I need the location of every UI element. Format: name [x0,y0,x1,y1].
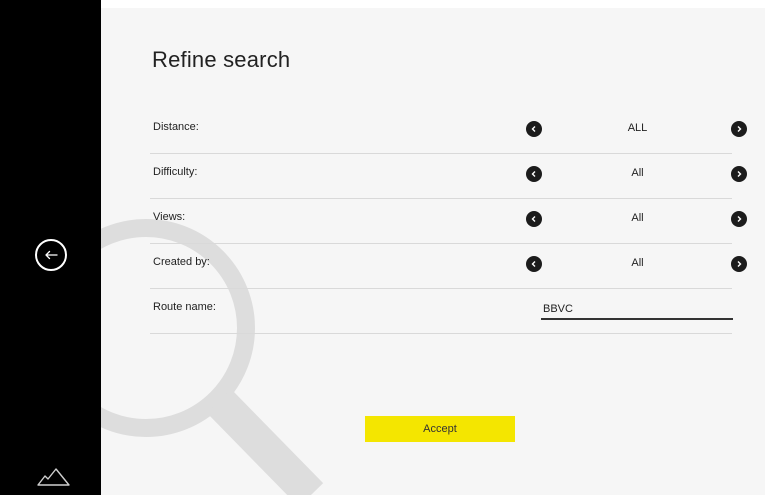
chevron-right-icon [737,171,742,177]
difficulty-prev-button[interactable] [526,166,542,182]
filter-label-views: Views: [153,211,186,223]
app-window: Refine search Distance: ALL Difficulty: … [0,0,765,495]
route-name-input[interactable] [541,301,733,320]
views-prev-button[interactable] [526,211,542,227]
chevron-left-icon [531,261,536,267]
chevron-left-icon [531,216,536,222]
filter-label-distance: Distance: [153,121,199,133]
filter-row-distance: Distance: ALL [150,108,747,154]
accept-button[interactable]: Accept [365,416,515,442]
distance-prev-button[interactable] [526,121,542,137]
chevron-right-icon [737,126,742,132]
refine-search-panel: Refine search Distance: ALL Difficulty: … [101,8,765,495]
created-by-value: All [631,257,644,269]
created-by-next-button[interactable] [731,256,747,272]
views-next-button[interactable] [731,211,747,227]
filter-label-difficulty: Difficulty: [153,166,198,178]
distance-value: ALL [627,122,648,134]
sidebar [0,0,101,495]
chevron-right-icon [737,216,742,222]
filter-label-created-by: Created by: [153,256,210,268]
filter-row-difficulty: Difficulty: All [150,153,747,199]
mountain-logo-icon [37,468,70,486]
difficulty-value: All [631,167,644,179]
chevron-left-icon [531,171,536,177]
views-value: All [631,212,644,224]
chevron-left-icon [531,126,536,132]
route-name-label: Route name: [153,301,216,313]
filter-row-route-name: Route name: [150,288,733,334]
arrow-left-icon [45,250,58,260]
filter-row-created-by: Created by: All [150,243,747,289]
created-by-prev-button[interactable] [526,256,542,272]
page-title: Refine search [152,47,291,72]
back-button[interactable] [35,239,67,271]
difficulty-next-button[interactable] [731,166,747,182]
chevron-right-icon [737,261,742,267]
filter-row-views: Views: All [150,198,747,244]
distance-next-button[interactable] [731,121,747,137]
